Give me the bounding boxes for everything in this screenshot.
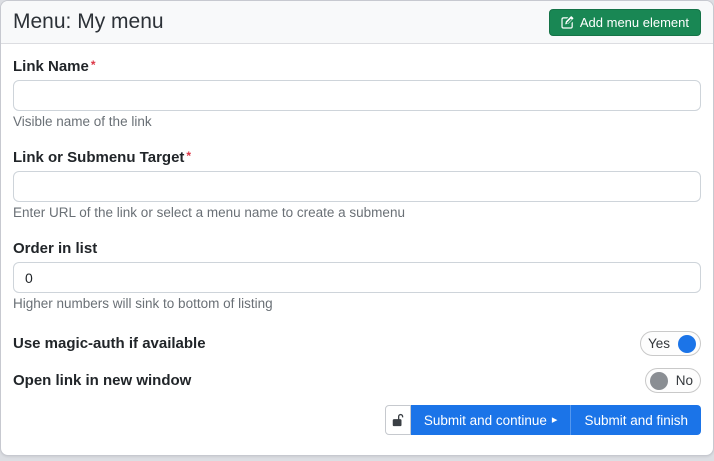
submit-and-finish-button[interactable]: Submit and finish bbox=[570, 405, 701, 435]
submit-continue-label: Submit and continue bbox=[424, 413, 547, 428]
order-input[interactable] bbox=[13, 262, 701, 293]
toggle-knob bbox=[678, 335, 696, 353]
toggle-row-new-window: Open link in new window No bbox=[13, 368, 701, 393]
page-title: Menu: My menu bbox=[13, 10, 164, 34]
toggle-state-label: No bbox=[673, 373, 696, 388]
field-group-order: Order in list Higher numbers will sink t… bbox=[13, 240, 701, 311]
required-asterisk: * bbox=[91, 58, 96, 72]
link-name-input[interactable] bbox=[13, 80, 701, 111]
new-window-toggle[interactable]: No bbox=[645, 368, 701, 393]
magic-auth-toggle[interactable]: Yes bbox=[640, 331, 701, 356]
new-window-label: Open link in new window bbox=[13, 372, 191, 389]
link-target-label: Link or Submenu Target* bbox=[13, 149, 701, 166]
order-label: Order in list bbox=[13, 240, 701, 257]
add-menu-element-button[interactable]: Add menu element bbox=[549, 9, 701, 36]
toggle-row-magic-auth: Use magic-auth if available Yes bbox=[13, 331, 701, 356]
toggle-knob bbox=[650, 372, 668, 390]
caret-right-icon: ▸ bbox=[552, 415, 558, 426]
toggle-state-label: Yes bbox=[645, 336, 673, 351]
menu-editor-card: Menu: My menu Add menu element Link Name… bbox=[0, 0, 714, 456]
link-name-label: Link Name* bbox=[13, 58, 701, 75]
link-name-help: Visible name of the link bbox=[13, 114, 701, 129]
unlock-icon bbox=[391, 413, 405, 427]
submit-button-group: Submit and continue ▸ Submit and finish bbox=[13, 405, 701, 435]
magic-auth-label: Use magic-auth if available bbox=[13, 335, 206, 352]
add-menu-element-label: Add menu element bbox=[580, 16, 689, 29]
form-body: Link Name* Visible name of the link Link… bbox=[1, 44, 713, 452]
field-group-link-target: Link or Submenu Target* Enter URL of the… bbox=[13, 149, 701, 220]
link-target-help: Enter URL of the link or select a menu n… bbox=[13, 205, 701, 220]
lock-button[interactable] bbox=[385, 405, 411, 435]
card-header: Menu: My menu Add menu element bbox=[1, 1, 713, 44]
link-target-input[interactable] bbox=[13, 171, 701, 202]
order-help: Higher numbers will sink to bottom of li… bbox=[13, 296, 701, 311]
submit-and-continue-button[interactable]: Submit and continue ▸ bbox=[411, 405, 571, 435]
pencil-square-icon bbox=[561, 16, 574, 29]
required-asterisk: * bbox=[186, 149, 191, 163]
submit-finish-label: Submit and finish bbox=[584, 413, 688, 428]
field-group-link-name: Link Name* Visible name of the link bbox=[13, 58, 701, 129]
